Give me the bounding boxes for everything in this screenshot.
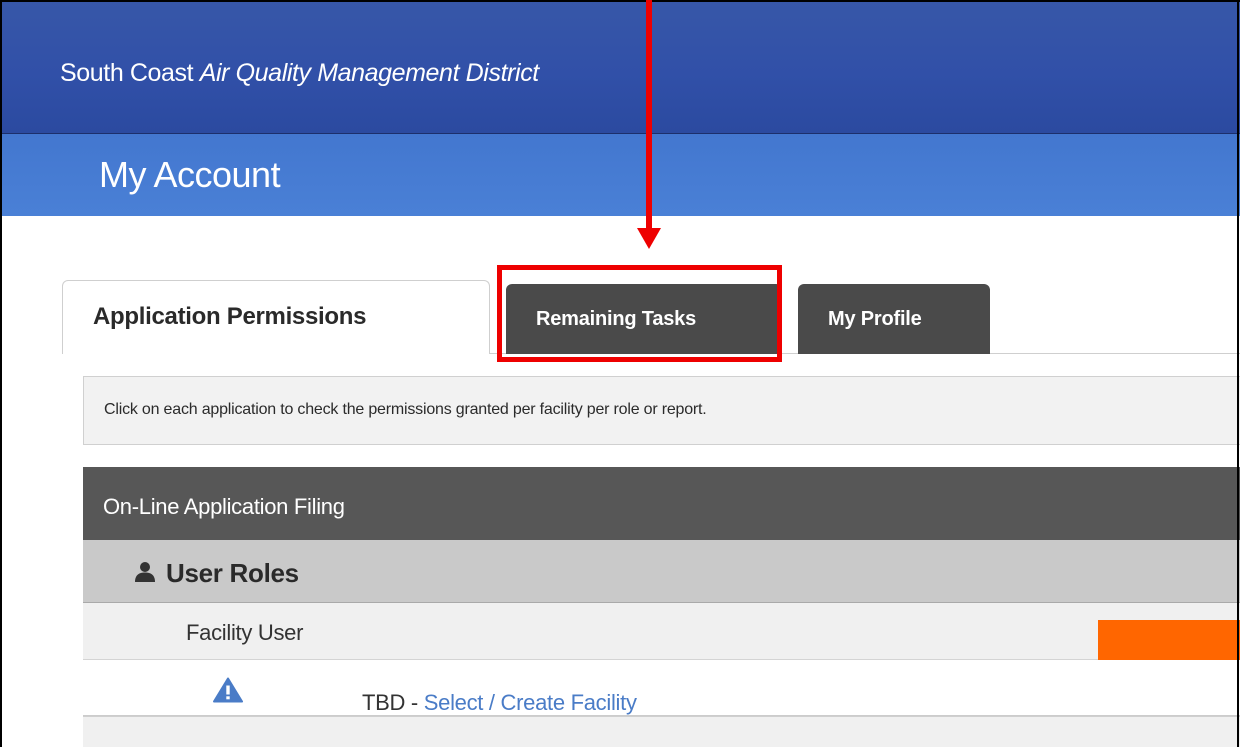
user-icon <box>135 562 155 582</box>
facility-row-text: TBD - Select / Create Facility <box>362 690 637 716</box>
annotation-highlight-box <box>497 265 782 362</box>
screenshot-right-edge <box>1237 0 1239 747</box>
site-brand[interactable]: South Coast Air Quality Management Distr… <box>60 59 539 88</box>
facility-row: TBD - Select / Create Facility <box>83 660 1240 716</box>
brand-italic: Air Quality Management District <box>199 59 540 87</box>
panel-title[interactable]: On-Line Application Filing <box>83 467 1240 540</box>
warning-icon <box>213 677 243 703</box>
role-row-facility-user[interactable]: Facility User <box>83 603 1240 660</box>
annotation-arrow-head <box>637 228 661 249</box>
select-create-facility-link[interactable]: Select / Create Facility <box>424 690 637 715</box>
site-header: South Coast Air Quality Management Distr… <box>2 2 1240 134</box>
annotation-arrow-line <box>646 0 652 232</box>
page-title: My Account <box>99 154 281 195</box>
page-title-bar: My Account <box>2 134 1240 216</box>
user-roles-label: User Roles <box>166 558 299 588</box>
info-message: Click on each application to check the p… <box>83 376 1240 445</box>
facility-prefix: TBD - <box>362 690 424 715</box>
next-row <box>83 716 1240 747</box>
tab-my-profile[interactable]: My Profile <box>798 284 990 354</box>
user-roles-header: User Roles <box>83 540 1240 603</box>
brand-prefix: South Coast <box>60 59 200 87</box>
role-name: Facility User <box>186 620 304 645</box>
tab-application-permissions[interactable]: Application Permissions <box>62 280 490 354</box>
